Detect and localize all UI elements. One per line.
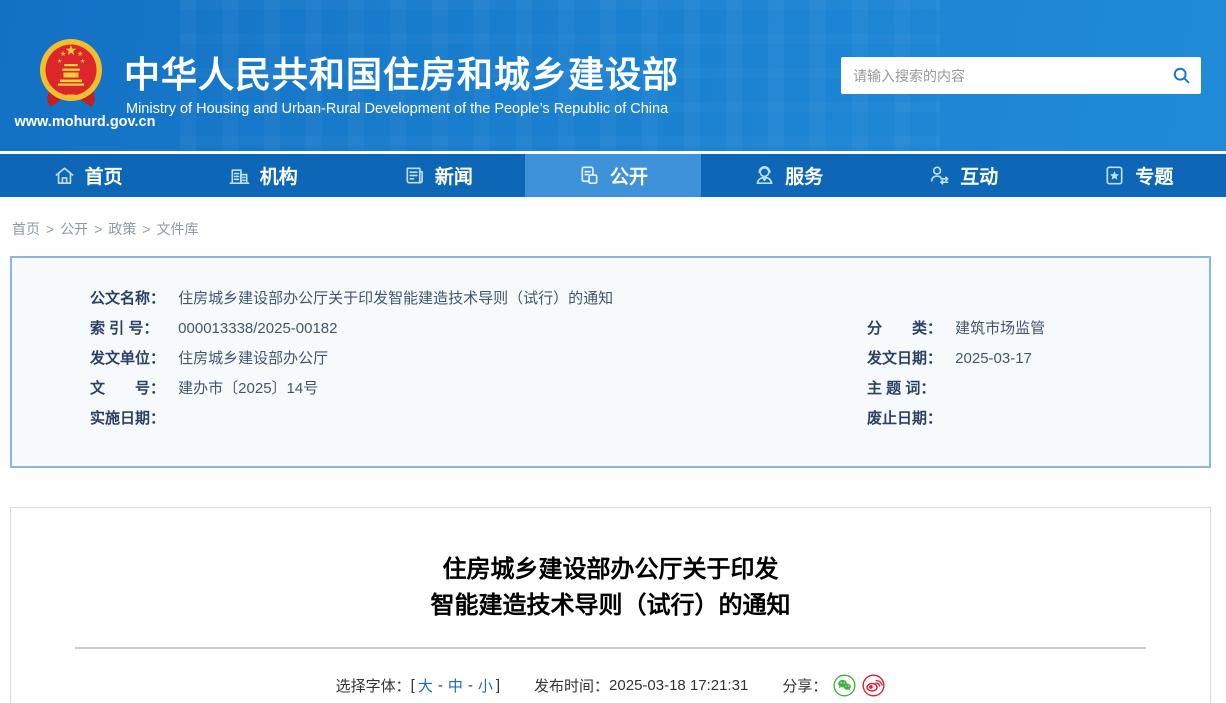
doc-category-value: 建筑市场监管 (955, 320, 1045, 337)
nav-item-label: 服务 (785, 162, 823, 189)
dash: - (438, 677, 443, 694)
doc-name-row: 公文名称： 住房城乡建设部办公厅关于印发智能建造技术导则（试行）的通知 (90, 284, 1209, 314)
nav-item-label: 互动 (960, 162, 998, 189)
article-box: 住房城乡建设部办公厅关于印发 智能建造技术导则（试行）的通知 选择字体： [ 大… (10, 507, 1211, 703)
doc-number-value: 建办市〔2025〕14号 (178, 380, 318, 397)
news-icon (403, 164, 426, 187)
national-emblem-icon: ★ ★ ★ ★ (38, 34, 104, 116)
site-header: ★ ★ ★ ★ www.mohurd.gov.cn 中华人民共和国住房和城乡建设… (0, 0, 1226, 151)
svg-text:★: ★ (60, 50, 66, 58)
site-title-cn: 中华人民共和国住房和城乡建设部 (124, 46, 679, 98)
share-group: 分享： (782, 674, 885, 697)
doc-number-label: 文 号： (90, 374, 174, 404)
breadcrumb-policy[interactable]: 政策 (108, 221, 136, 237)
doc-unit-label: 发文单位： (90, 344, 174, 374)
breadcrumb-separator: > (142, 221, 150, 237)
bracket-close: ] (496, 677, 500, 694)
weibo-icon (862, 674, 885, 697)
doc-impl-date-label: 实施日期： (90, 404, 174, 434)
site-title-en: Ministry of Housing and Urban-Rural Deve… (126, 101, 668, 117)
font-size-large-link[interactable]: 大 (418, 675, 433, 696)
wechat-icon (833, 674, 856, 697)
breadcrumb: 首页 > 公开 > 政策 > 文件库 (12, 219, 199, 239)
doc-issue-date-row: 发文日期： 2025-03-17 (867, 344, 1209, 374)
doc-category-label: 分 类： (867, 314, 951, 344)
doc-impl-date-row: 实施日期： (90, 404, 867, 434)
document-info-box: 公文名称： 住房城乡建设部办公厅关于印发智能建造技术导则（试行）的通知 索 引 … (10, 256, 1211, 468)
nav-item-home[interactable]: 首页 (0, 154, 175, 197)
search-icon (1171, 65, 1192, 86)
nav-item-label: 公开 (610, 162, 648, 189)
font-size-medium-link[interactable]: 中 (448, 675, 463, 696)
nav-item-topics[interactable]: 专题 (1051, 154, 1226, 197)
service-icon (753, 164, 776, 187)
doc-index-row: 索 引 号： 000013338/2025-00182 (90, 314, 867, 344)
article-title-line2: 智能建造技术导则（试行）的通知 (11, 588, 1210, 624)
nav-item-label: 新闻 (435, 162, 473, 189)
dash: - (468, 677, 473, 694)
doc-index-label: 索 引 号： (90, 314, 174, 344)
doc-category-row: 分 类： 建筑市场监管 (867, 314, 1209, 344)
title-separator (75, 647, 1146, 649)
main-nav: 首页 机构 新闻 (0, 154, 1226, 197)
font-size-small-link[interactable]: 小 (478, 675, 493, 696)
svg-text:★: ★ (77, 50, 83, 58)
wechat-share-button[interactable] (833, 674, 856, 697)
doc-name-value: 住房城乡建设部办公厅关于印发智能建造技术导则（试行）的通知 (178, 290, 613, 307)
nav-item-disclosure[interactable]: 公开 (525, 154, 700, 197)
article-title-line1: 住房城乡建设部办公厅关于印发 (11, 552, 1210, 588)
doc-unit-row: 发文单位： 住房城乡建设部办公厅 (90, 344, 867, 374)
search-box (841, 57, 1201, 94)
font-size-label: 选择字体： (336, 675, 411, 696)
nav-item-label: 首页 (85, 162, 123, 189)
article-title: 住房城乡建设部办公厅关于印发 智能建造技术导则（试行）的通知 (11, 552, 1210, 624)
topics-icon (1103, 164, 1126, 187)
doc-abolish-date-row: 废止日期： (867, 404, 1209, 434)
breadcrumb-separator: > (46, 221, 54, 237)
doc-subject-row: 主 题 词： (867, 374, 1209, 404)
interaction-icon (928, 164, 951, 187)
share-label: 分享： (782, 675, 827, 696)
breadcrumb-library[interactable]: 文件库 (157, 221, 199, 237)
breadcrumb-home[interactable]: 首页 (12, 221, 40, 237)
disclosure-icon (578, 164, 601, 187)
bracket-open: [ (411, 677, 415, 694)
nav-item-label: 专题 (1135, 162, 1173, 189)
svg-text:★: ★ (57, 58, 62, 65)
doc-issue-date-value: 2025-03-17 (955, 350, 1032, 367)
doc-issue-date-label: 发文日期： (867, 344, 951, 374)
publish-time-group: 发布时间： 2025-03-18 17:21:31 (534, 675, 748, 696)
article-meta-row: 选择字体： [ 大 - 中 - 小 ] 发布时间： 2025-03-18 17:… (11, 674, 1210, 697)
nav-item-news[interactable]: 新闻 (350, 154, 525, 197)
breadcrumb-separator: > (94, 221, 102, 237)
doc-abolish-date-label: 废止日期： (867, 404, 951, 434)
nav-item-label: 机构 (260, 162, 298, 189)
nav-item-organization[interactable]: 机构 (175, 154, 350, 197)
nav-item-interaction[interactable]: 互动 (876, 154, 1051, 197)
doc-number-row: 文 号： 建办市〔2025〕14号 (90, 374, 867, 404)
doc-index-value: 000013338/2025-00182 (178, 320, 337, 337)
publish-time-label: 发布时间： (534, 675, 609, 696)
publish-time-value: 2025-03-18 17:21:31 (609, 677, 748, 694)
svg-text:★: ★ (80, 58, 85, 65)
home-icon (53, 164, 76, 187)
search-input[interactable] (841, 57, 1161, 94)
organization-icon (228, 164, 251, 187)
search-button[interactable] (1161, 57, 1201, 94)
nav-item-service[interactable]: 服务 (701, 154, 876, 197)
doc-unit-value: 住房城乡建设部办公厅 (178, 350, 328, 367)
doc-subject-label: 主 题 词： (867, 374, 951, 404)
doc-name-label: 公文名称： (90, 284, 174, 314)
breadcrumb-disclosure[interactable]: 公开 (60, 221, 88, 237)
weibo-share-button[interactable] (862, 674, 885, 697)
font-size-selector: 选择字体： [ 大 - 中 - 小 ] (336, 675, 500, 696)
page: ★ ★ ★ ★ www.mohurd.gov.cn 中华人民共和国住房和城乡建设… (0, 0, 1226, 703)
